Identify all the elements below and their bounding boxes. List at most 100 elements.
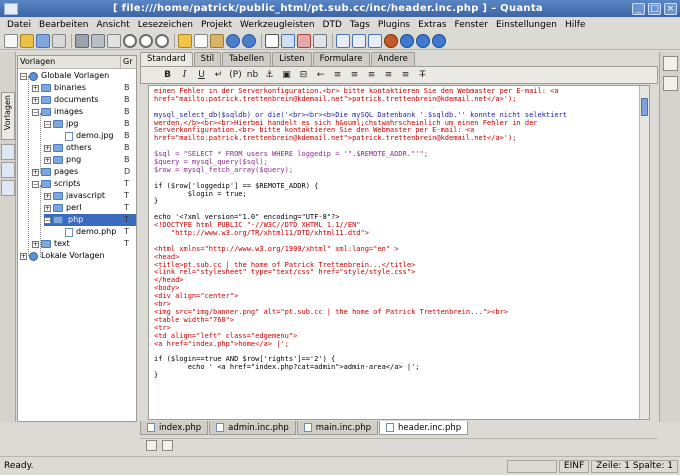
align-left-button[interactable]: ≡ xyxy=(331,69,344,82)
menu-hilfe[interactable]: Hilfe xyxy=(561,20,589,30)
menu-datei[interactable]: Datei xyxy=(3,20,35,30)
tab-standard[interactable]: Standard xyxy=(140,52,193,66)
code-line[interactable]: <html xmlns="http://www.w3.org/1999/xhtm… xyxy=(154,245,642,254)
rewind-icon[interactable] xyxy=(400,33,414,48)
doc-tab-admin-inc-php[interactable]: admin.inc.php xyxy=(209,421,296,435)
collapse-icon[interactable]: − xyxy=(32,108,39,116)
tree-item-globale-vorlagen[interactable]: − Globale Vorlagen xyxy=(20,70,109,82)
find-icon[interactable] xyxy=(123,33,137,48)
tree-item-demo-php[interactable]: demo.php xyxy=(65,226,116,238)
tree-item-images[interactable]: − images xyxy=(32,106,83,118)
tree-item-documents[interactable]: + documents xyxy=(32,94,99,106)
doc-panel-icon[interactable] xyxy=(663,56,678,71)
expand-icon[interactable]: + xyxy=(32,84,39,92)
view-vpl-icon[interactable] xyxy=(352,33,366,48)
code-editor[interactable]: einen Fehler in der Serverkonfiguration.… xyxy=(148,85,650,420)
save-icon[interactable] xyxy=(75,33,89,48)
messages-panel-icon[interactable] xyxy=(146,440,157,451)
code-line[interactable]: <link rel="stylesheet" type="text/css" h… xyxy=(154,269,642,277)
bold-button[interactable]: B xyxy=(161,69,174,82)
anchor-button[interactable]: ⚓ xyxy=(263,69,276,82)
scrollbar-thumb[interactable] xyxy=(641,98,648,116)
print-icon[interactable] xyxy=(107,33,121,48)
undo-icon[interactable] xyxy=(226,33,240,48)
sidetab-docs[interactable] xyxy=(1,180,15,196)
forward-icon[interactable] xyxy=(432,33,446,48)
tree-item-text[interactable]: + text xyxy=(32,238,70,250)
code-line[interactable]: $login = true; xyxy=(154,190,642,199)
tab-stil[interactable]: Stil xyxy=(193,52,222,66)
code-line[interactable]: echo ' <a href="index.php?cat=admin">adm… xyxy=(154,363,642,372)
paste-icon[interactable] xyxy=(210,33,224,48)
menu-lesezeichen[interactable]: Lesezeichen xyxy=(134,20,197,30)
menu-bearbeiten[interactable]: Bearbeiten xyxy=(35,20,92,30)
doc-tab-main-inc-php[interactable]: main.inc.php xyxy=(296,421,379,435)
collapse-icon[interactable]: − xyxy=(32,180,39,188)
new-file-icon[interactable] xyxy=(4,33,18,48)
code-line[interactable]: </head> xyxy=(154,276,642,285)
code-line[interactable]: <a href="index.php">home</a> |'; xyxy=(154,340,642,349)
code-line[interactable]: <div align="center"> xyxy=(154,292,642,301)
sidetab-files[interactable] xyxy=(1,144,15,160)
menu-werkzeugleisten[interactable]: Werkzeugleisten xyxy=(236,20,319,30)
frame-icon[interactable] xyxy=(313,33,327,48)
menu-dtd[interactable]: DTD xyxy=(319,20,346,30)
align-center-button[interactable]: ≡ xyxy=(348,69,361,82)
expand-icon[interactable]: + xyxy=(44,144,51,152)
menu-plugins[interactable]: Plugins xyxy=(374,20,414,30)
expand-icon[interactable]: + xyxy=(44,192,51,200)
close-button[interactable]: × xyxy=(664,2,677,15)
tree-item-javascript[interactable]: + javascript xyxy=(44,190,105,202)
line-break-button[interactable]: ↵ xyxy=(212,69,225,82)
align-justify-button[interactable]: ≡ xyxy=(382,69,395,82)
expand-icon[interactable]: + xyxy=(32,168,39,176)
view-source-icon[interactable] xyxy=(336,33,350,48)
code-line[interactable]: href="mailto:patrick.trettenbrein@kdemai… xyxy=(154,134,642,143)
tree-item-jpg[interactable]: − jpg xyxy=(44,118,78,130)
nbsp-button[interactable]: nb xyxy=(246,69,259,82)
attribute-panel-icon[interactable] xyxy=(663,76,678,91)
problems-panel-icon[interactable] xyxy=(162,440,173,451)
browser-preview-icon[interactable] xyxy=(384,33,398,48)
expand-icon[interactable]: + xyxy=(44,156,51,164)
find-next-icon[interactable] xyxy=(139,33,153,48)
preview-icon[interactable] xyxy=(281,33,295,48)
tab-tabellen[interactable]: Tabellen xyxy=(222,52,272,66)
arrow-button[interactable]: ← xyxy=(314,69,327,82)
tree-item-others[interactable]: + others xyxy=(44,142,91,154)
back-icon[interactable] xyxy=(416,33,430,48)
vertical-scrollbar[interactable] xyxy=(639,86,649,419)
tree-item-demo-jpg[interactable]: demo.jpg xyxy=(65,130,113,142)
code-line[interactable]: <table width="760"> xyxy=(154,316,642,325)
tree-item-png[interactable]: + png xyxy=(44,154,81,166)
save-as-icon[interactable] xyxy=(91,33,105,48)
replace-icon[interactable] xyxy=(155,33,169,48)
view-split-icon[interactable] xyxy=(368,33,382,48)
menu-einstellungen[interactable]: Einstellungen xyxy=(492,20,561,30)
menu-extras[interactable]: Extras xyxy=(414,20,450,30)
tab-andere[interactable]: Andere xyxy=(370,52,415,66)
doc-tab-index-php[interactable]: index.php xyxy=(140,421,209,435)
tree-item-binaries[interactable]: + binaries xyxy=(32,82,86,94)
collapse-icon[interactable]: − xyxy=(44,120,51,128)
text-style-button[interactable]: T̶ xyxy=(416,69,429,82)
cut-icon[interactable] xyxy=(178,33,192,48)
code-line[interactable]: } xyxy=(154,198,642,206)
menu-projekt[interactable]: Projekt xyxy=(197,20,236,30)
expand-icon[interactable]: + xyxy=(44,204,51,212)
tree-item-lokale-vorlagen[interactable]: + Lokale Vorlagen xyxy=(20,250,105,262)
redo-icon[interactable] xyxy=(242,33,256,48)
copy-icon[interactable] xyxy=(194,33,208,48)
check-icon[interactable] xyxy=(265,33,279,48)
code-line[interactable]: } xyxy=(154,371,642,380)
expand-icon[interactable]: + xyxy=(32,240,39,248)
menu-fenster[interactable]: Fenster xyxy=(451,20,492,30)
paragraph-button[interactable]: (P) xyxy=(229,69,242,82)
collapse-icon[interactable]: − xyxy=(44,216,51,224)
tree-item-php[interactable]: − php xyxy=(44,214,136,226)
hr-button[interactable]: ⊟ xyxy=(297,69,310,82)
app-menu-icon[interactable] xyxy=(4,2,18,15)
code-line[interactable]: "http://www.w3.org/TR/xhtml11/DTD/xhtml1… xyxy=(154,229,642,238)
list-button[interactable]: ≡ xyxy=(399,69,412,82)
open-recent-icon[interactable] xyxy=(36,33,50,48)
